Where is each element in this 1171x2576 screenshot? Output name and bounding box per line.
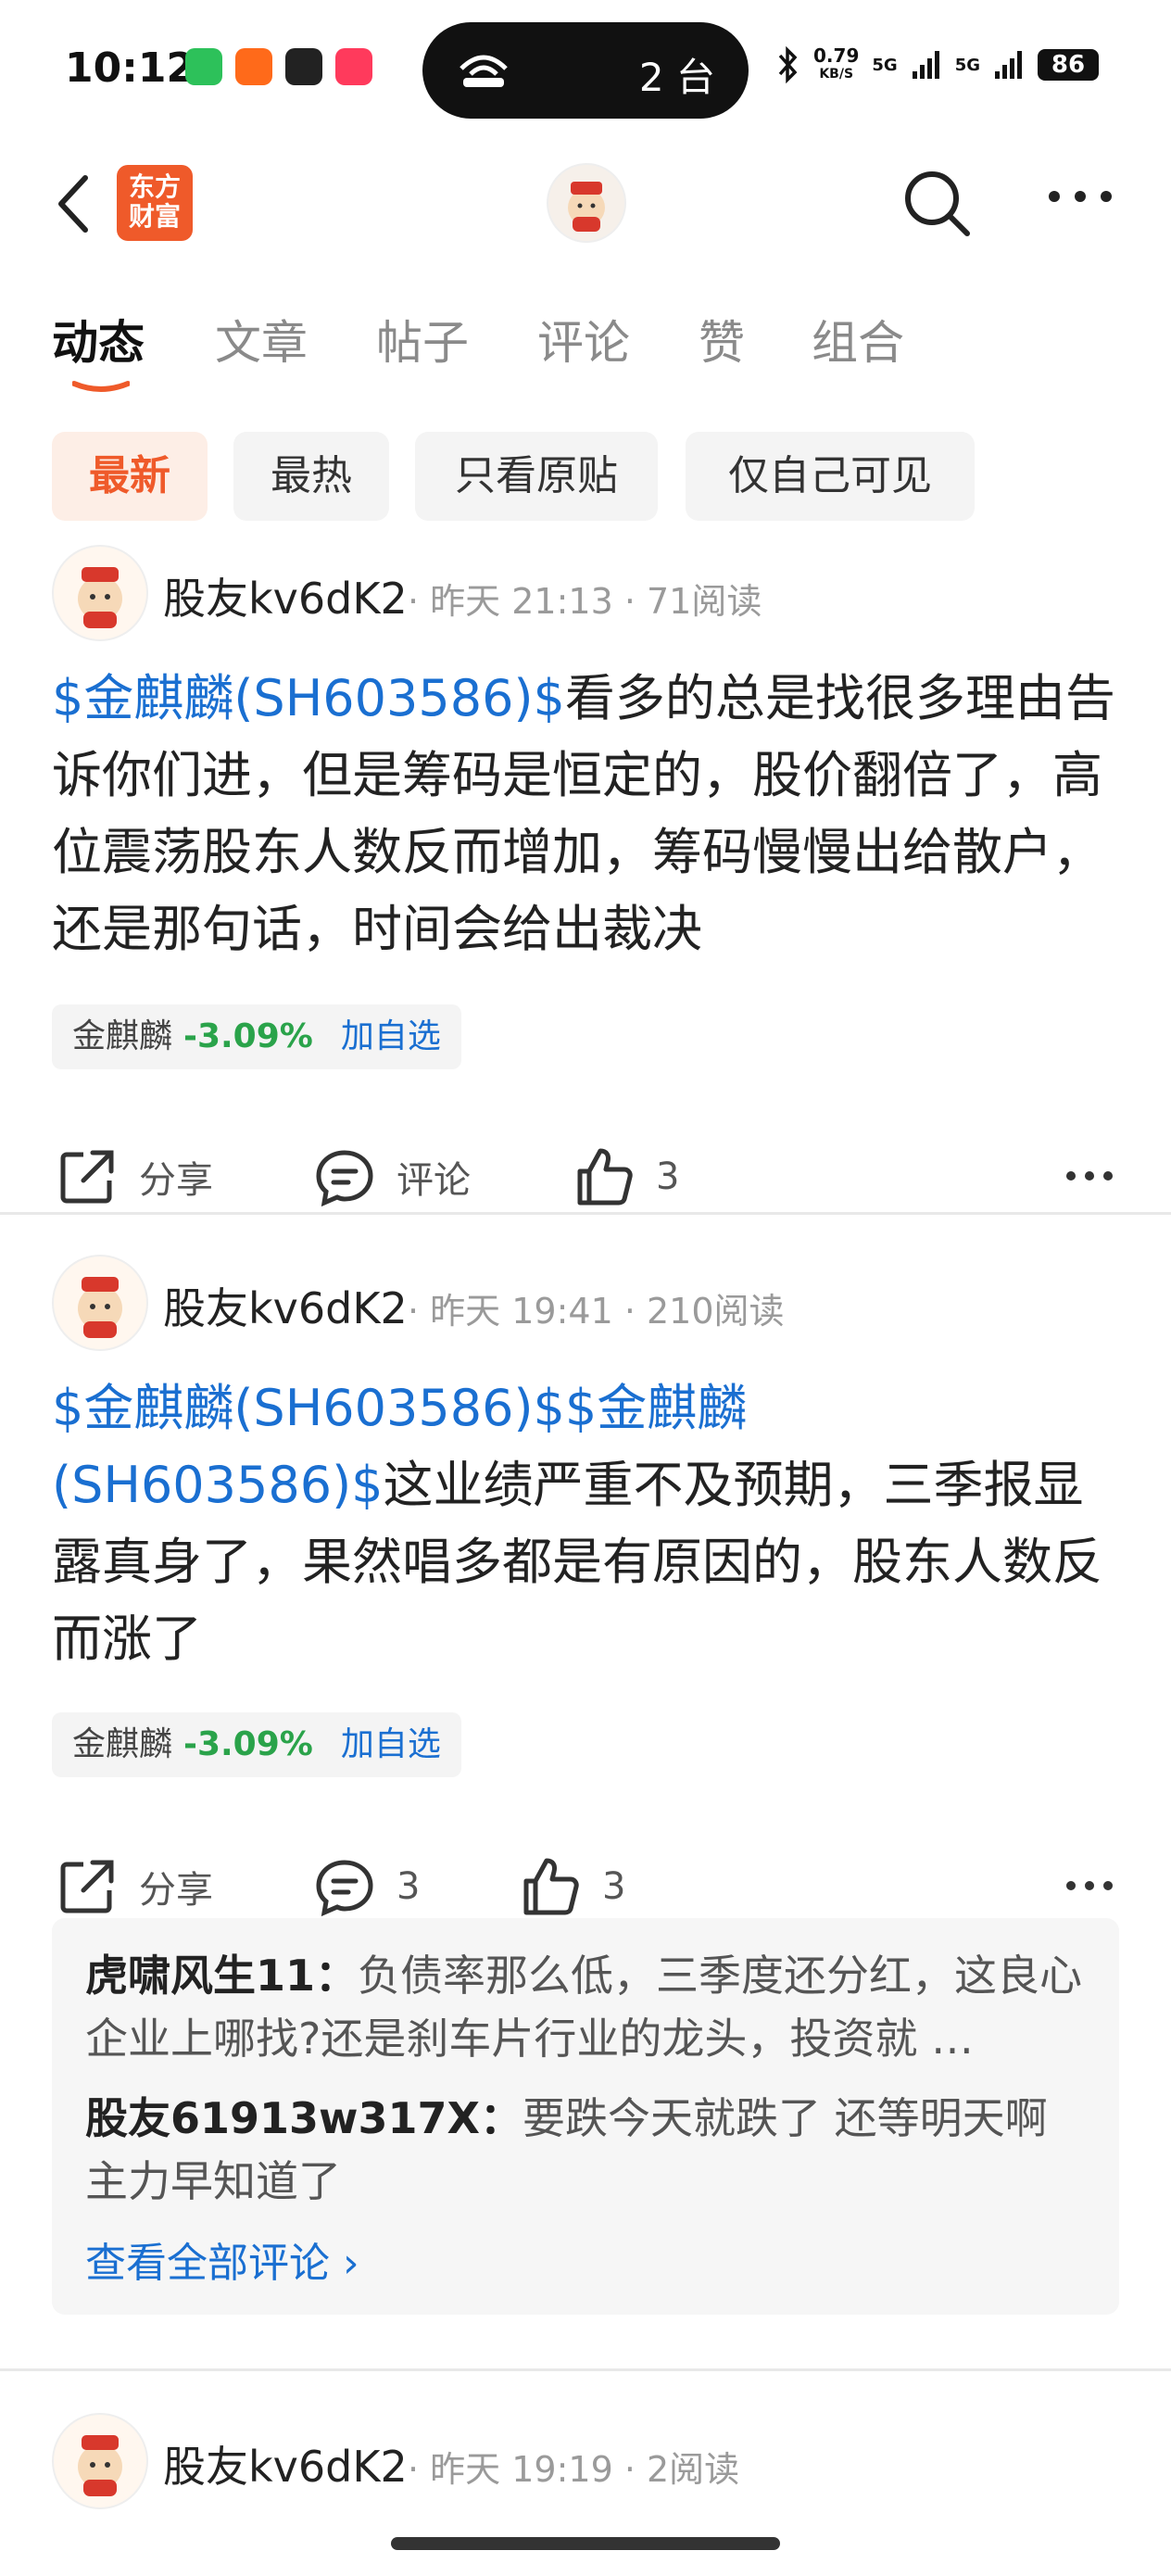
add-watchlist-button[interactable]: 加自选 — [341, 1725, 441, 1763]
share-button[interactable]: 分享 — [56, 1850, 213, 1924]
author-name[interactable]: 股友kv6dK2 — [163, 1275, 408, 1336]
tab-portfolios[interactable]: 组合 — [812, 306, 904, 373]
status-indicators: 0.79 KB/S 5G 5G 86 — [776, 46, 1099, 83]
home-indicator[interactable] — [391, 2537, 780, 2550]
author-avatar[interactable] — [52, 1255, 148, 1351]
tab-likes[interactable]: 赞 — [699, 306, 745, 373]
author-name[interactable]: 股友kv6dK2 — [163, 2433, 408, 2494]
tab-comments[interactable]: 评论 — [537, 306, 630, 373]
eastmoney-logo[interactable]: 东方 财富 — [117, 165, 193, 241]
stock-change: -3.09% — [183, 1725, 313, 1763]
network-speed: 0.79 KB/S — [813, 44, 860, 82]
wechat-icon — [185, 48, 222, 85]
notification-icons — [185, 48, 372, 85]
signal-5g-label: 5G — [872, 55, 898, 75]
comment-user: 股友61913w317X： — [85, 2093, 523, 2143]
comment-preview: 虎啸风生11：负债率那么低，三季度还分红，这良心企业上哪找?还是刹车片行业的龙头… — [52, 1918, 1119, 2315]
filter-self-visible[interactable]: 仅自己可见 — [686, 432, 975, 521]
tab-articles[interactable]: 文章 — [215, 306, 308, 373]
search-icon[interactable] — [899, 165, 976, 243]
author-name[interactable]: 股友kv6dK2 — [163, 565, 408, 626]
more-icon[interactable] — [1064, 1162, 1115, 1190]
stock-name: 金麒麟 — [72, 1725, 173, 1763]
thumbs-up-icon — [523, 1858, 579, 1915]
post-header: 股友kv6dK2 · 昨天 21:13 · 71阅读 — [52, 545, 1117, 641]
more-icon[interactable] — [1064, 1872, 1115, 1900]
comment-item[interactable]: 股友61913w317X：要跌今天就跌了 还等明天啊 主力早知道了 — [85, 2087, 1086, 2213]
battery-level: 86 — [1038, 49, 1099, 81]
post-text[interactable]: $金麒麟(SH603586)$看多的总是找很多理由告诉你们进，但是筹码是恒定的，… — [52, 660, 1117, 967]
signal-5g-label-2: 5G — [954, 55, 980, 75]
active-tab-indicator — [72, 381, 130, 392]
tab-posts[interactable]: 帖子 — [376, 306, 469, 373]
comment-icon — [316, 1860, 373, 1917]
post-text[interactable]: $金麒麟(SH603586)$$金麒麟(SH603586)$这业绩严重不及预期，… — [52, 1370, 1117, 1677]
dynamic-island[interactable]: 2 台 — [422, 22, 749, 119]
status-time: 10:12 — [65, 44, 195, 92]
tab-dynamics[interactable]: 动态 — [52, 306, 145, 373]
like-button[interactable]: 3 — [519, 1850, 625, 1924]
comment-user: 虎啸风生11： — [85, 1951, 359, 2001]
author-avatar[interactable] — [52, 545, 148, 641]
thumbs-up-icon — [577, 1148, 633, 1206]
hotspot-icon — [460, 55, 508, 87]
add-watchlist-button[interactable]: 加自选 — [341, 1017, 441, 1055]
xiaohongshu-icon — [335, 48, 372, 85]
stock-tag[interactable]: 金麒麟 -3.09% 加自选 — [52, 1712, 461, 1777]
post-meta: · 昨天 19:41 · 210阅读 — [408, 1291, 785, 1332]
like-button[interactable]: 3 — [573, 1140, 679, 1214]
top-nav-bar: 东方 财富 — [0, 139, 1171, 269]
bluetooth-icon — [778, 46, 798, 83]
back-arrow-icon[interactable] — [46, 169, 102, 239]
comment-button[interactable]: 3 — [313, 1850, 420, 1924]
comment-button[interactable]: 评论 — [313, 1140, 471, 1214]
share-button[interactable]: 分享 — [56, 1140, 213, 1214]
post-meta: · 昨天 19:19 · 2阅读 — [408, 2449, 740, 2490]
more-options-icon[interactable] — [1043, 178, 1117, 215]
device-count: 2 台 — [638, 55, 715, 100]
stock-tag[interactable]: 金麒麟 -3.09% 加自选 — [52, 1004, 461, 1069]
filter-latest[interactable]: 最新 — [52, 432, 208, 521]
post-meta: · 昨天 21:13 · 71阅读 — [408, 581, 762, 622]
post-actions: 分享 3 3 — [0, 1850, 1171, 1924]
filter-hottest[interactable]: 最热 — [233, 432, 389, 521]
taobao-icon — [235, 48, 272, 85]
news-app-icon — [285, 48, 322, 85]
comment-icon — [316, 1150, 373, 1207]
author-avatar[interactable] — [52, 2413, 148, 2509]
post-divider — [0, 1212, 1171, 1215]
post-actions: 分享 评论 3 — [0, 1140, 1171, 1214]
post-header: 股友kv6dK2 · 昨天 19:41 · 210阅读 — [52, 1255, 1117, 1351]
signal-icon-2 — [995, 51, 1022, 79]
share-icon — [60, 1150, 114, 1204]
view-all-comments-link[interactable]: 查看全部评论 › — [85, 2229, 1086, 2289]
signal-icon — [912, 51, 939, 79]
share-icon — [60, 1860, 114, 1913]
stock-link[interactable]: $金麒麟(SH603586)$ — [52, 669, 565, 727]
stock-name: 金麒麟 — [72, 1017, 173, 1055]
profile-tabs: 动态 文章 帖子 评论 赞 组合 — [0, 297, 1171, 398]
profile-avatar[interactable] — [547, 163, 626, 243]
filter-original-only[interactable]: 只看原贴 — [415, 432, 658, 521]
status-bar: 10:12 2 台 0.79 KB/S 5G 5G 86 — [0, 0, 1171, 139]
stock-change: -3.09% — [183, 1017, 313, 1055]
post-header: 股友kv6dK2 · 昨天 19:19 · 2阅读 — [52, 2413, 1117, 2509]
post-divider — [0, 2368, 1171, 2371]
comment-item[interactable]: 虎啸风生11：负债率那么低，三季度还分红，这良心企业上哪找?还是刹车片行业的龙头… — [85, 1944, 1086, 2070]
